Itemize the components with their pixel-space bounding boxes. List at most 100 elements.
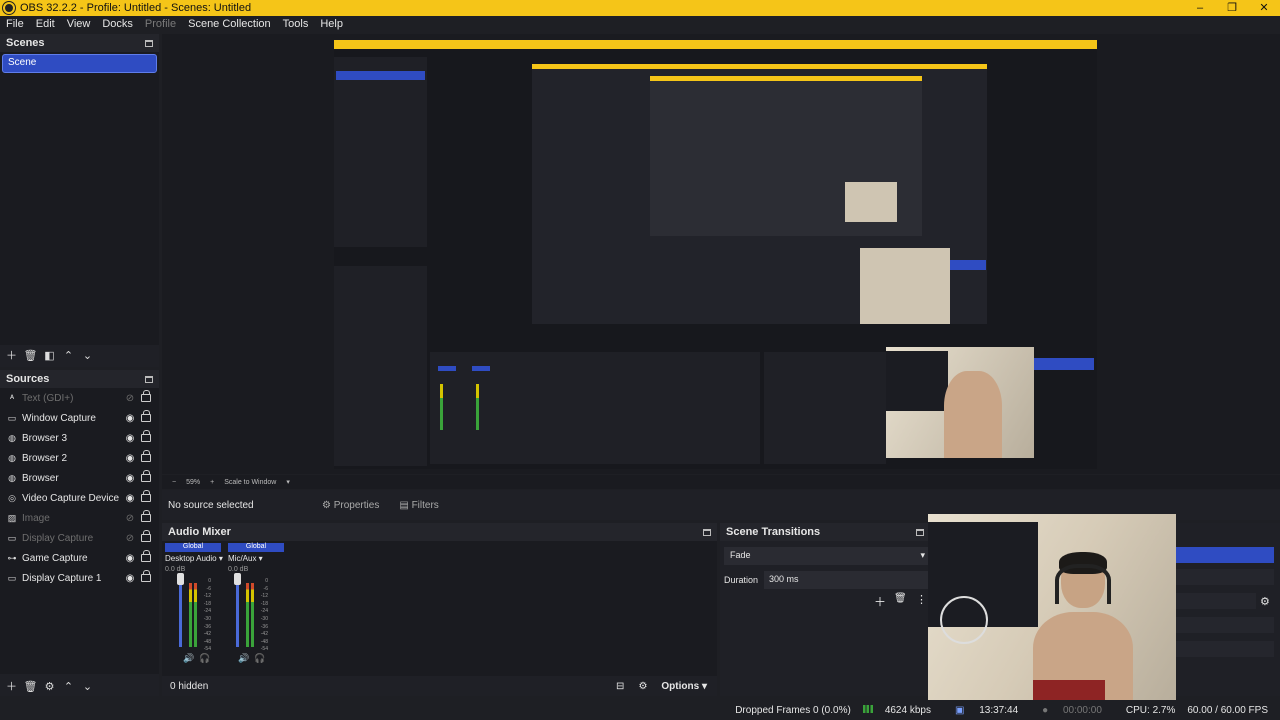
transition-menu-icon[interactable]: ⋮: [916, 593, 927, 606]
hidden-eye-icon[interactable]: ⊘: [123, 393, 137, 404]
source-item[interactable]: ▭ Display Capture ⊘: [0, 528, 159, 548]
lock-icon[interactable]: [141, 570, 151, 582]
settings-button[interactable]: [1176, 641, 1274, 657]
advanced-audio-icon[interactable]: ⚙: [638, 681, 647, 692]
scale-mode-dropdown-icon[interactable]: ▾: [286, 478, 290, 486]
volume-fader-knob[interactable]: [177, 573, 184, 585]
options-label: Options: [661, 680, 700, 692]
remove-transition-button[interactable]: 🗑: [894, 593, 907, 604]
move-source-down-button[interactable]: ⌄: [78, 677, 97, 695]
remove-source-button[interactable]: 🗑: [21, 677, 40, 695]
scene-filters-button[interactable]: ◧: [40, 346, 59, 364]
add-source-button[interactable]: ＋: [2, 677, 21, 695]
move-scene-up-button[interactable]: ⌃: [59, 346, 78, 364]
options-button[interactable]: Options ▾: [661, 681, 707, 692]
monitor-headphone-icon[interactable]: 🎧: [254, 653, 265, 664]
lock-icon[interactable]: [141, 430, 151, 442]
virtual-camera-button[interactable]: [1176, 593, 1256, 609]
add-scene-button[interactable]: ＋: [2, 346, 21, 364]
eye-icon[interactable]: ◉: [123, 473, 137, 484]
global-badge: Global: [165, 543, 221, 552]
source-item[interactable]: ▭ Display Capture 1 ◉: [0, 568, 159, 588]
lock-icon[interactable]: [141, 510, 151, 522]
menu-help[interactable]: Help: [314, 18, 349, 30]
zoom-out-button[interactable]: −: [172, 479, 176, 486]
source-label: Browser 3: [22, 432, 68, 444]
source-item[interactable]: ◎ Video Capture Device ◉: [0, 488, 159, 508]
source-item[interactable]: ᴬ Text (GDI+) ⊘: [0, 388, 159, 408]
nested-sources-dock: [334, 266, 427, 466]
eye-icon[interactable]: ◉: [123, 413, 137, 424]
undock-icon[interactable]: [145, 375, 153, 383]
lock-icon[interactable]: [141, 390, 151, 402]
remove-scene-button[interactable]: 🗑: [21, 346, 40, 364]
meter-scale: 0 -6 -12 -18 -24 -30 -36 -42 -48 -54: [203, 578, 211, 653]
filters-button[interactable]: ▤ Filters: [393, 497, 444, 514]
menu-profile[interactable]: Profile: [139, 18, 182, 30]
move-source-up-button[interactable]: ⌃: [59, 677, 78, 695]
menu-scene-collection[interactable]: Scene Collection: [182, 18, 277, 30]
scene-item[interactable]: Scene: [2, 54, 157, 73]
source-item[interactable]: ◍ Browser ◉: [0, 468, 159, 488]
source-properties-button[interactable]: ⚙: [40, 677, 59, 695]
transition-select[interactable]: Fade: [724, 547, 928, 565]
lock-icon[interactable]: [141, 470, 151, 482]
nested-inner-preview: [650, 76, 922, 236]
nested-preview: [532, 64, 987, 324]
lock-icon[interactable]: [141, 490, 151, 502]
undock-icon[interactable]: [703, 528, 711, 536]
source-item[interactable]: ⊶ Game Capture ◉: [0, 548, 159, 568]
mute-speaker-icon[interactable]: 🔊: [183, 653, 194, 664]
lock-icon[interactable]: [141, 410, 151, 422]
nested-transitions: [764, 352, 886, 464]
menu-edit[interactable]: Edit: [30, 18, 61, 30]
menu-docks[interactable]: Docks: [96, 18, 139, 30]
add-transition-button[interactable]: ＋: [874, 593, 886, 610]
channel-name[interactable]: Desktop Audio ▾: [165, 554, 223, 563]
volume-fader-knob[interactable]: [234, 573, 241, 585]
gear-icon[interactable]: ⚙: [1260, 595, 1270, 608]
menu-view[interactable]: View: [61, 18, 97, 30]
eye-icon[interactable]: ◉: [123, 453, 137, 464]
lock-icon[interactable]: [141, 450, 151, 462]
studio-mode-button[interactable]: [1176, 617, 1274, 633]
nested-meter: [440, 384, 443, 430]
scale-mode-select[interactable]: Scale to Window: [224, 479, 276, 486]
undock-icon[interactable]: [916, 528, 924, 536]
lock-icon[interactable]: [141, 530, 151, 542]
properties-button[interactable]: ⚙ Properties: [316, 497, 385, 514]
hidden-eye-icon[interactable]: ⊘: [123, 533, 137, 544]
channel-name[interactable]: Mic/Aux ▾: [228, 554, 284, 563]
start-streaming-button[interactable]: [1176, 547, 1274, 563]
minimize-button[interactable]: –: [1184, 0, 1216, 16]
mixer-channel-mic: Global Mic/Aux ▾ 0.0 dB 0 -6 -12 -18 -24 -30-…: [228, 543, 284, 673]
menu-tools[interactable]: Tools: [277, 18, 315, 30]
preview-area[interactable]: [162, 34, 1280, 474]
start-recording-button[interactable]: [1176, 569, 1274, 585]
source-label: Text (GDI+): [22, 392, 74, 404]
mixer-layout-icon[interactable]: ⊟: [616, 681, 624, 692]
volume-fader[interactable]: [179, 575, 182, 647]
zoom-in-button[interactable]: +: [210, 479, 214, 486]
hidden-eye-icon[interactable]: ⊘: [123, 513, 137, 524]
eye-icon[interactable]: ◉: [123, 553, 137, 564]
monitor-headphone-icon[interactable]: 🎧: [199, 653, 210, 664]
source-item[interactable]: ◍ Browser 2 ◉: [0, 448, 159, 468]
duration-input[interactable]: 300 ms: [764, 571, 928, 589]
move-scene-down-button[interactable]: ⌄: [78, 346, 97, 364]
eye-icon[interactable]: ◉: [123, 493, 137, 504]
mute-speaker-icon[interactable]: 🔊: [238, 653, 249, 664]
source-label: Game Capture: [22, 552, 88, 564]
close-button[interactable]: ✕: [1248, 0, 1280, 16]
eye-icon[interactable]: ◉: [123, 573, 137, 584]
eye-icon[interactable]: ◉: [123, 433, 137, 444]
maximize-button[interactable]: ❐: [1216, 0, 1248, 16]
lock-icon[interactable]: [141, 550, 151, 562]
preview-canvas[interactable]: [334, 40, 1097, 469]
source-item[interactable]: ◍ Browser 3 ◉: [0, 428, 159, 448]
undock-icon[interactable]: [145, 39, 153, 47]
volume-fader[interactable]: [236, 575, 239, 647]
source-item[interactable]: ▭ Window Capture ◉: [0, 408, 159, 428]
source-item[interactable]: ▨ Image ⊘: [0, 508, 159, 528]
menu-file[interactable]: File: [0, 18, 30, 30]
